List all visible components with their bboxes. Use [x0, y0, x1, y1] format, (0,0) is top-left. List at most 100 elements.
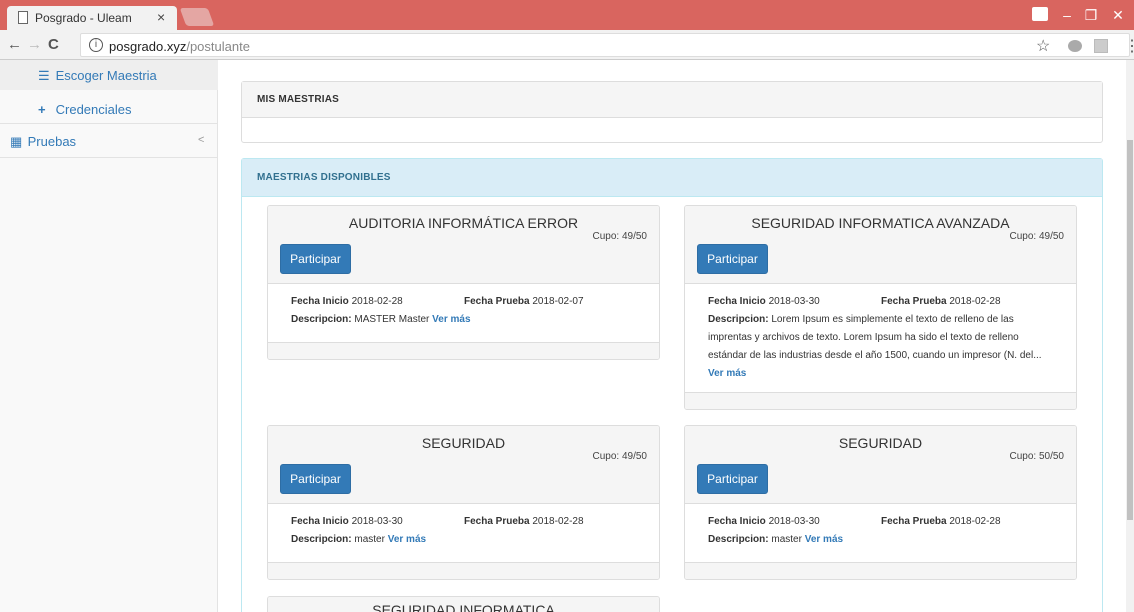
card-footer [268, 342, 659, 359]
descripcion-label: Descripcion: [708, 314, 769, 325]
ver-mas-link[interactable]: Ver más [708, 368, 746, 379]
profile-icon[interactable] [1032, 7, 1048, 21]
url-text: posgrado.xyz/postulante [109, 39, 250, 54]
info-icon[interactable]: i [89, 38, 103, 52]
descripcion-value: master [771, 534, 802, 545]
chevron-left-icon[interactable]: < [198, 134, 204, 146]
card-body: Fecha Inicio 2018-02-28 Fecha Prueba 201… [268, 284, 659, 338]
maximize-icon[interactable]: ❐ [1081, 4, 1101, 26]
fecha-inicio-value: 2018-03-30 [351, 516, 403, 527]
forward-arrow-icon[interactable]: → [27, 36, 42, 53]
participar-button[interactable]: Participar [697, 464, 768, 494]
fecha-prueba-label: Fecha Prueba [881, 516, 947, 527]
browser-titlebar: Posgrado - Uleam × – ❐ ✕ [0, 0, 1134, 30]
maestria-card: SEGURIDAD Cupo: 50/50 Participar Fecha I… [684, 425, 1077, 580]
cupo-text: Cupo: [1009, 451, 1037, 462]
panel-heading: MAESTRIAS DISPONIBLES [242, 159, 1102, 197]
reload-icon[interactable]: C [48, 36, 59, 53]
fecha-prueba-label: Fecha Prueba [464, 516, 530, 527]
cupo-value: 50/50 [1038, 451, 1064, 462]
tab-title: Posgrado - Uleam [35, 11, 132, 25]
participar-button[interactable]: Participar [280, 464, 351, 494]
fecha-inicio-label: Fecha Inicio [291, 516, 349, 527]
back-arrow-icon[interactable]: ← [7, 36, 22, 53]
sidebar-item-pruebas[interactable]: ▦ Pruebas < [0, 124, 218, 158]
panel-heading: MIS MAESTRIAS [242, 82, 1102, 118]
browser-tab[interactable]: Posgrado - Uleam × [7, 6, 177, 30]
maestria-card: SEGURIDAD Cupo: 49/50 Participar Fecha I… [267, 425, 660, 580]
fecha-inicio-label: Fecha Inicio [708, 516, 766, 527]
fecha-prueba-value: 2018-02-28 [532, 516, 584, 527]
cupo-text: Cupo: [592, 231, 620, 242]
extension-icon[interactable] [1068, 40, 1082, 52]
fecha-inicio-label: Fecha Inicio [291, 296, 349, 307]
film-icon: ▦ [10, 134, 23, 149]
card-footer [685, 562, 1076, 579]
cupo-value: 49/50 [1038, 231, 1064, 242]
sidebar-item-label: Escoger Maestria [55, 68, 157, 83]
card-title: SEGURIDAD [421, 435, 506, 451]
fecha-prueba-value: 2018-02-28 [949, 516, 1001, 527]
fecha-prueba-value: 2018-02-07 [532, 296, 584, 307]
fecha-prueba-value: 2018-02-28 [949, 296, 1001, 307]
tab-close-icon[interactable]: × [157, 9, 165, 25]
fecha-inicio-value: 2018-02-28 [351, 296, 403, 307]
fecha-inicio-value: 2018-03-30 [768, 296, 820, 307]
card-footer [685, 392, 1076, 409]
fecha-inicio-label: Fecha Inicio [708, 296, 766, 307]
card-title: SEGURIDAD INFORMATICA AVANZADA [751, 215, 1010, 231]
cupo-value: 49/50 [621, 451, 647, 462]
sidebar-item-label: Pruebas [27, 134, 77, 149]
card-body: Fecha Inicio 2018-03-30 Fecha Prueba 201… [685, 504, 1076, 558]
descripcion-label: Descripcion: [708, 534, 769, 545]
plus-icon: + [38, 102, 46, 117]
list-icon: ☰ [38, 68, 50, 83]
fecha-inicio-value: 2018-03-30 [768, 516, 820, 527]
sidebar: ☰ Escoger Maestria + Credenciales ▦ Prue… [0, 60, 218, 612]
cupo-text: Cupo: [1009, 231, 1037, 242]
cupo-text: Cupo: [592, 451, 620, 462]
maestria-card: AUDITORIA INFORMÁTICA ERROR Cupo: 49/50 … [267, 205, 660, 360]
descripcion-value: MASTER Master [354, 314, 430, 325]
descripcion-label: Descripcion: [291, 314, 352, 325]
extension-icon[interactable] [1094, 39, 1108, 53]
cupo-label: Cupo: 49/50 [1010, 231, 1065, 242]
participar-button[interactable]: Participar [697, 244, 768, 274]
page-icon [18, 11, 28, 24]
maestria-card: SEGURIDAD INFORMATICA [267, 596, 660, 612]
url-bar[interactable]: i posgrado.xyz/postulante ☆ ⋮ [80, 33, 1134, 57]
card-header: SEGURIDAD Cupo: 50/50 Participar [685, 426, 1076, 504]
browser-toolbar: ← → C i posgrado.xyz/postulante ☆ ⋮ [0, 30, 1134, 60]
card-title: SEGURIDAD [838, 435, 923, 451]
cupo-value: 49/50 [621, 231, 647, 242]
new-tab-button[interactable] [179, 8, 215, 26]
sidebar-item-escoger-maestria[interactable]: ☰ Escoger Maestria [0, 60, 218, 90]
card-title: AUDITORIA INFORMÁTICA ERROR [348, 215, 579, 231]
card-header: SEGURIDAD INFORMATICA AVANZADA Cupo: 49/… [685, 206, 1076, 284]
mis-maestrias-panel: MIS MAESTRIAS [241, 81, 1103, 143]
ver-mas-link[interactable]: Ver más [805, 534, 843, 545]
sidebar-item-credenciales[interactable]: + Credenciales [0, 90, 218, 124]
scrollbar-thumb[interactable] [1127, 140, 1133, 520]
card-header: SEGURIDAD INFORMATICA [268, 597, 659, 612]
ver-mas-link[interactable]: Ver más [432, 314, 470, 325]
url-host: posgrado.xyz [109, 39, 187, 54]
ver-mas-link[interactable]: Ver más [388, 534, 426, 545]
bookmark-star-icon[interactable]: ☆ [1036, 36, 1050, 56]
cupo-label: Cupo: 49/50 [593, 231, 648, 242]
participar-button[interactable]: Participar [280, 244, 351, 274]
menu-dots-icon[interactable]: ⋮ [1124, 36, 1134, 56]
cupo-label: Cupo: 50/50 [1010, 451, 1065, 462]
sidebar-item-label: Credenciales [55, 102, 132, 117]
fecha-prueba-label: Fecha Prueba [464, 296, 530, 307]
url-path: /postulante [186, 39, 250, 54]
cupo-label: Cupo: 49/50 [593, 451, 648, 462]
close-window-icon[interactable]: ✕ [1104, 4, 1132, 26]
card-title: SEGURIDAD INFORMATICA [372, 602, 555, 612]
fecha-prueba-label: Fecha Prueba [881, 296, 947, 307]
minimize-icon[interactable]: – [1057, 4, 1077, 26]
card-body: Fecha Inicio 2018-03-30 Fecha Prueba 201… [268, 504, 659, 558]
card-header: AUDITORIA INFORMÁTICA ERROR Cupo: 49/50 … [268, 206, 659, 284]
descripcion-value: master [354, 534, 385, 545]
card-body: Fecha Inicio 2018-03-30 Fecha Prueba 201… [685, 284, 1076, 392]
